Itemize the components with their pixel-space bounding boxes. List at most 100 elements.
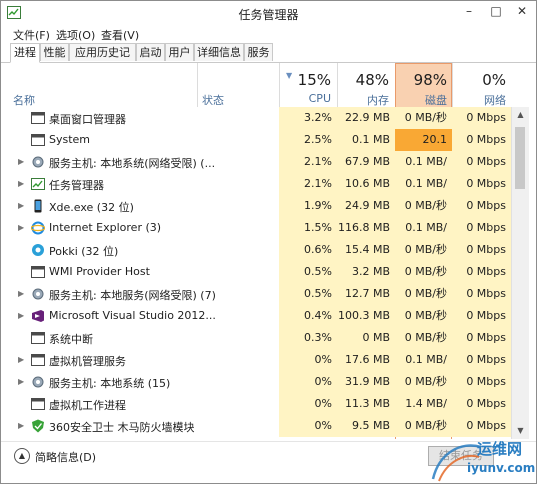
process-mem-value: 9.5 MB	[337, 415, 395, 437]
watermark-url: iyunv.com	[467, 461, 536, 475]
process-row[interactable]: ▶ Internet Explorer (3) 1.5% 116.8 MB 0.1 MB…	[1, 217, 511, 256]
expand-chevron-icon[interactable]: ▶	[18, 201, 24, 210]
process-mem-value: 31.9 MB	[337, 371, 395, 393]
column-status[interactable]: 状态	[202, 92, 224, 108]
pokki-icon	[31, 243, 45, 257]
process-cpu-value: 0.3%	[279, 327, 337, 349]
process-disk-value: 0 MB/秒	[395, 283, 452, 305]
disk-total[interactable]: 98%	[395, 71, 447, 89]
cpu-total[interactable]: 15%	[279, 71, 331, 89]
process-disk-value: 0.1 MB/秒	[395, 349, 452, 388]
close-button[interactable]: ✕	[509, 1, 535, 21]
expand-chevron-icon[interactable]: ▶	[18, 377, 24, 386]
window-icon	[31, 133, 45, 147]
memory-total[interactable]: 48%	[337, 71, 389, 89]
tab-startup[interactable]: 启动	[136, 43, 165, 61]
expand-chevron-icon[interactable]: ▶	[18, 157, 24, 166]
process-cpu-value: 2.1%	[279, 173, 337, 195]
process-row[interactable]: ▶ 服务主机: 本地系统(网络受限) (... 2.1% 67.9 MB 0.1 MB/…	[1, 151, 511, 190]
expand-chevron-icon[interactable]: ▶	[18, 179, 24, 188]
tab-processes[interactable]: 进程	[10, 43, 40, 63]
process-row[interactable]: ▶ 服务主机: 本地系统 (15) 0% 31.9 MB 0 MB/秒 0 Mbps	[1, 371, 511, 393]
column-memory[interactable]: 内存	[337, 92, 389, 108]
process-row[interactable]: WMI Provider Host 0.5% 3.2 MB 0 MB/秒 0 Mbps	[1, 261, 511, 283]
column-network[interactable]: 网络	[452, 92, 506, 108]
process-mem-value: 10.6 MB	[337, 173, 395, 195]
process-row[interactable]: System 2.5%0.1 MB20.1 MB...0 Mbps	[1, 129, 511, 168]
process-name: 虚拟机管理服务	[49, 355, 126, 368]
tab-services[interactable]: 服务	[244, 43, 273, 61]
process-row[interactable]: 系统中断 0.3% 0 MB 0 MB/秒 0 Mbps	[1, 327, 511, 349]
menu-options[interactable]: 选项(O)	[56, 27, 95, 43]
process-disk-value: 0.1 MB/秒	[395, 173, 452, 212]
tab-users[interactable]: 用户	[165, 43, 194, 61]
process-cpu-value: 3.2%	[279, 107, 337, 129]
fewer-details-link[interactable]: 简略信息(D)	[35, 449, 96, 465]
process-net-value: 0 Mbps	[452, 371, 511, 393]
menu-file[interactable]: 文件(F)	[13, 27, 50, 43]
process-disk-value: 0 MB/秒	[395, 305, 452, 327]
task-manager-icon	[31, 177, 45, 191]
scroll-up-icon[interactable]: ▲	[512, 107, 529, 123]
process-disk-value: 0.1 MB/秒	[395, 151, 452, 190]
chevron-up-icon[interactable]: ▲	[14, 448, 30, 464]
process-name: 服务主机: 本地系统 (15)	[49, 377, 171, 390]
process-table: 桌面窗口管理器 3.2% 22.9 MB 0 MB/秒 0 Mbps System 2.5%…	[1, 107, 511, 439]
process-name: 桌面窗口管理器	[49, 113, 126, 126]
tab-performance[interactable]: 性能	[40, 43, 69, 61]
process-disk-value: 0 MB/秒	[395, 195, 452, 217]
window-icon	[31, 111, 45, 125]
process-net-value: 0 Mbps	[452, 393, 511, 415]
tab-app-history[interactable]: 应用历史记录	[69, 43, 136, 77]
process-mem-value: 0.1 MB	[337, 129, 395, 151]
column-cpu[interactable]: CPU	[279, 92, 331, 105]
gear-icon	[31, 155, 45, 169]
maximize-button[interactable]: □	[483, 1, 509, 21]
process-cpu-value: 0%	[279, 415, 337, 437]
process-cpu-value: 2.5%	[279, 129, 337, 151]
process-net-value: 0 Mbps	[452, 349, 511, 371]
process-row[interactable]: ▶ Microsoft Visual Studio 2012... 0.4% 100.…	[1, 305, 511, 327]
expand-chevron-icon[interactable]: ▶	[18, 421, 24, 430]
process-row[interactable]: 桌面窗口管理器 3.2% 22.9 MB 0 MB/秒 0 Mbps	[1, 107, 511, 129]
expand-chevron-icon[interactable]: ▶	[18, 289, 24, 298]
minimize-button[interactable]: –	[456, 1, 482, 21]
column-header: 名称 状态 ▼ 15% CPU 48% 内存 98% 磁盘 0% 网络	[1, 63, 536, 107]
visual-studio-icon	[31, 309, 45, 323]
process-disk-value: 0 MB/秒	[395, 327, 452, 349]
process-row[interactable]: 虚拟机工作进程 0%11.3 MB1.4 MB/秒0 Mbps	[1, 393, 511, 432]
process-net-value: 0 Mbps	[452, 173, 511, 195]
expand-chevron-icon[interactable]: ▶	[18, 311, 24, 320]
process-row[interactable]: ▶ 任务管理器 2.1%10.6 MB0.1 MB/秒0 Mbps	[1, 173, 511, 212]
process-mem-value: 3.2 MB	[337, 261, 395, 283]
tab-details[interactable]: 详细信息	[194, 43, 244, 61]
process-mem-value: 67.9 MB	[337, 151, 395, 173]
task-manager-window: 任务管理器 – □ ✕ 文件(F) 选项(O) 查看(V) 进程 性能 应用历史…	[0, 0, 537, 484]
process-cpu-value: 0%	[279, 349, 337, 371]
menu-bar: 文件(F) 选项(O) 查看(V)	[1, 25, 536, 43]
process-mem-value: 22.9 MB	[337, 107, 395, 129]
process-net-value: 0 Mbps	[452, 327, 511, 349]
process-row[interactable]: Pokki (32 位) 0.6% 15.4 MB 0 MB/秒 0 Mbps	[1, 239, 511, 261]
window-icon	[31, 353, 45, 367]
column-disk[interactable]: 磁盘	[395, 92, 447, 108]
process-row[interactable]: ▶ 虚拟机管理服务 0%17.6 MB0.1 MB/秒0 Mbps	[1, 349, 511, 388]
process-name: System	[49, 133, 91, 146]
column-name[interactable]: 名称	[13, 92, 35, 108]
vertical-scrollbar[interactable]: ▲ ▼	[511, 107, 529, 439]
expand-chevron-icon[interactable]: ▶	[18, 223, 24, 232]
expand-chevron-icon[interactable]: ▶	[18, 355, 24, 364]
menu-view[interactable]: 查看(V)	[101, 27, 139, 43]
scrollbar-thumb[interactable]	[515, 127, 525, 189]
ie-icon	[30, 221, 46, 235]
watermark-text: 运维网	[477, 440, 523, 458]
shield-icon	[31, 419, 45, 433]
process-row[interactable]: ▶ Xde.exe (32 位) 1.9% 24.9 MB 0 MB/秒 0 Mbps	[1, 195, 511, 217]
network-total[interactable]: 0%	[452, 71, 506, 89]
process-net-value: 0 Mbps	[452, 151, 511, 173]
process-name: 虚拟机工作进程	[49, 399, 126, 412]
process-net-value: 0 Mbps	[452, 305, 511, 327]
process-disk-value: 0 MB/秒	[395, 107, 452, 129]
process-cpu-value: 0.6%	[279, 239, 337, 261]
process-row[interactable]: ▶ 服务主机: 本地服务(网络受限) (7) 0.5% 12.7 MB 0 MB/秒 0 …	[1, 283, 511, 305]
